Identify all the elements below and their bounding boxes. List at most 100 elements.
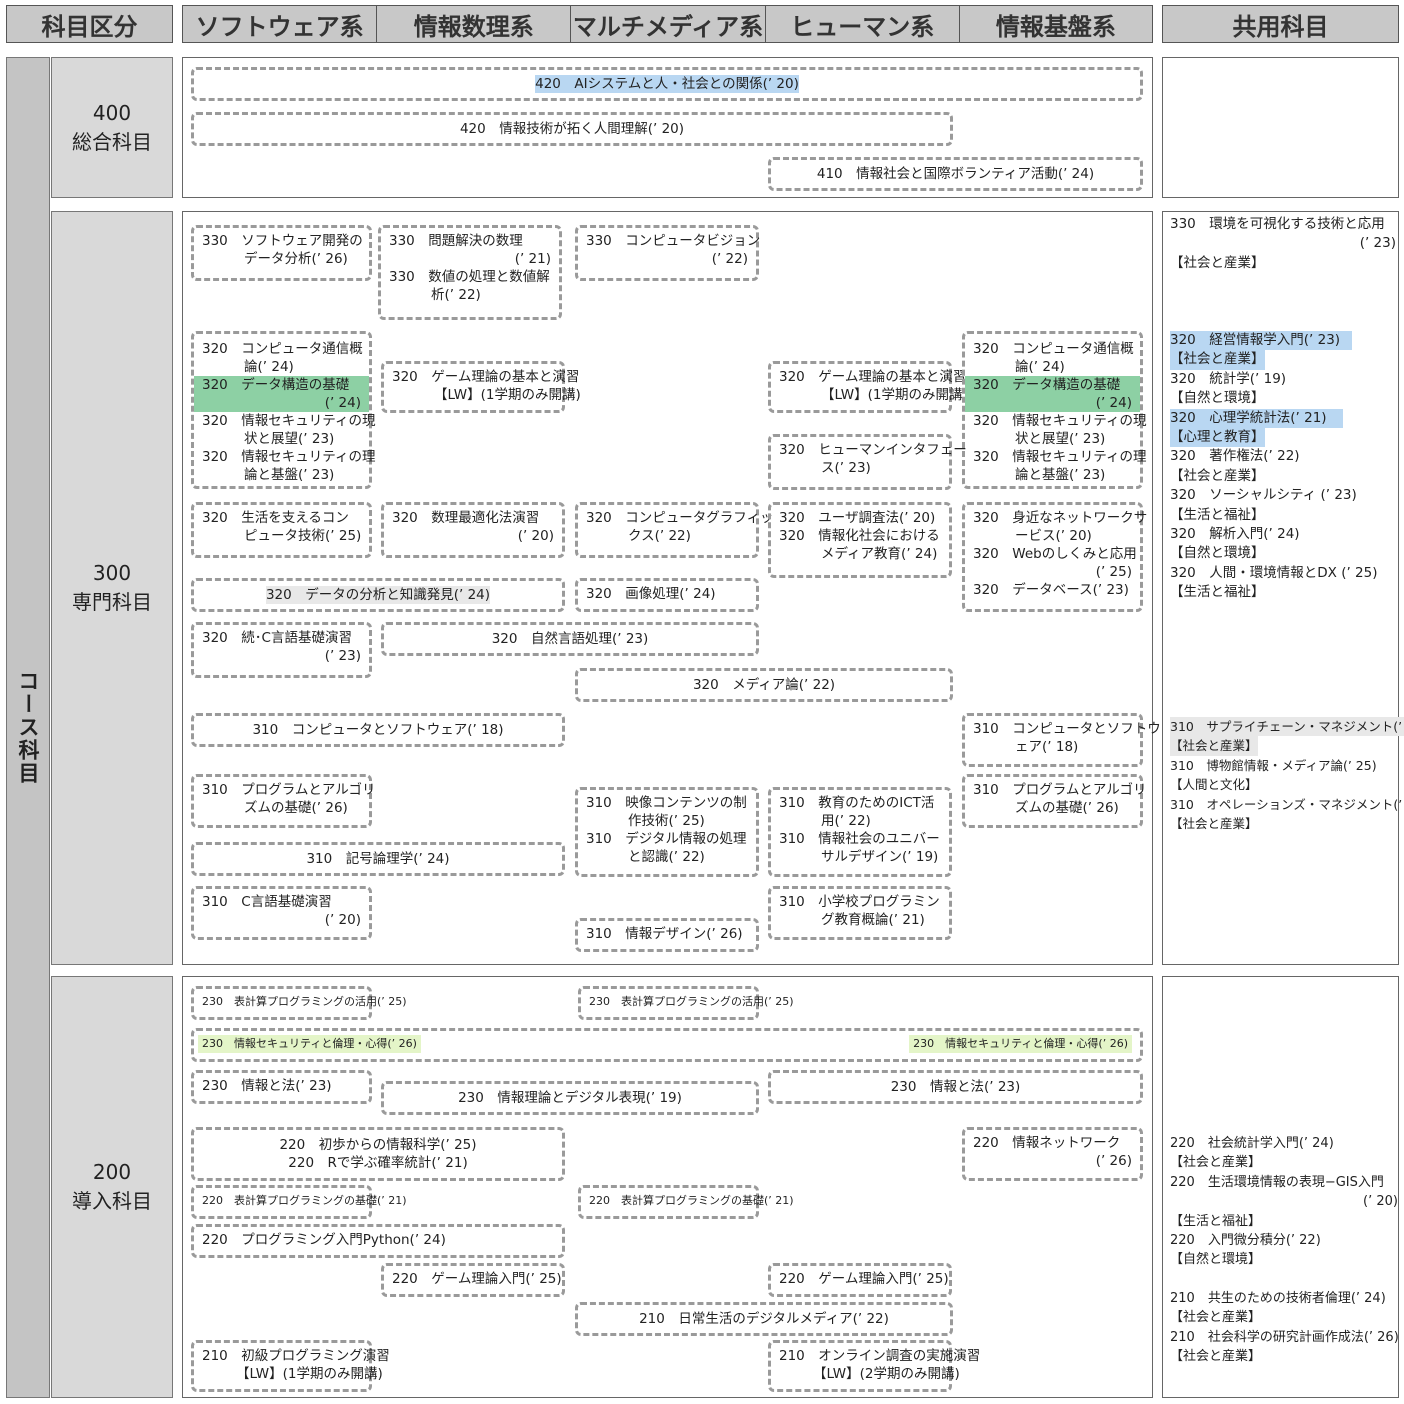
- header-infra: 情報基盤系: [995, 12, 1116, 41]
- course-box[interactable]: 320 メディア論(’ 22): [575, 668, 953, 702]
- course-box[interactable]: 310 情報デザイン(’ 26): [575, 918, 759, 952]
- course-line: 310 コンピュータとソフトウ: [973, 721, 1161, 737]
- course-box[interactable]: 310 記号論理学(’ 24): [191, 842, 565, 876]
- course-line: 330 数値の処理と数値解: [389, 269, 550, 285]
- course-box[interactable]: 310 コンピュータとソフトウ ェア(’ 18): [962, 713, 1161, 767]
- common-line: 【生活と福祉】: [1170, 584, 1265, 601]
- course-line: サルデザイン(’ 19): [821, 849, 939, 865]
- course-line: 420 情報技術が拓く人間理解(’ 20): [459, 121, 685, 137]
- course-box[interactable]: 310 教育のためのICT活 用(’ 22) 310 情報社会のユニバー サルデ…: [768, 787, 952, 877]
- course-line: 【LW】(2学期のみ開講): [813, 1366, 960, 1382]
- course-box[interactable]: 220 表計算プログラミングの基礎(’ 21): [578, 1185, 794, 1219]
- common-line: 210 共生のための技術者倫理(’ 24): [1170, 1290, 1386, 1306]
- level-400-num: 400: [92, 100, 132, 125]
- header-area: ソフトウェア系 情報数理系 マルチメディア系 ヒューマン系 情報基盤系: [182, 5, 1153, 43]
- course-box[interactable]: 230 情報と法(’ 23): [191, 1070, 372, 1104]
- course-box[interactable]: 320 ヒューマンインタフェー ス(’ 23): [768, 434, 967, 490]
- common-line: (’ 20): [1363, 1194, 1398, 1210]
- course-line: (’ 25): [1095, 564, 1132, 580]
- course-line: と認識(’ 22): [628, 849, 705, 865]
- course-box[interactable]: 320 コンピュータグラフィッ クス(’ 22): [575, 502, 774, 558]
- common-line: 210 社会科学の研究計画作成法(’ 26): [1170, 1329, 1399, 1345]
- course-line: 論と基盤(’ 23): [1015, 467, 1106, 483]
- header-infomath: 情報数理系: [377, 6, 572, 42]
- course-line: 330 コンピュータビジョン: [586, 233, 761, 249]
- course-box[interactable]: 220 ゲーム理論入門(’ 25): [381, 1263, 565, 1297]
- course-line: 析(’ 22): [431, 287, 481, 303]
- course-line: 410 情報社会と国際ボランティア活動(’ 24): [816, 166, 1095, 182]
- frame-400-common: [1162, 57, 1399, 198]
- course-box[interactable]: 210 オンライン調査の実施演習 【LW】(2学期のみ開講): [768, 1340, 980, 1392]
- course-line: 230 情報理論とデジタル表現(’ 19): [458, 1090, 682, 1106]
- course-box[interactable]: 220 プログラミング入門Python(’ 24): [191, 1224, 565, 1258]
- common-line: 【生活と福祉】: [1170, 506, 1265, 523]
- common-line: 320 経営情報学入門(’ 23): [1170, 331, 1353, 351]
- course-box[interactable]: 230 表計算プログラミングの活用(’ 25): [191, 986, 407, 1020]
- course-line: ズムの基礎(’ 26): [244, 800, 348, 816]
- course-box[interactable]: 310 C言語基礎演習 (’ 20): [191, 886, 372, 940]
- course-line: 320 Webのしくみと応用: [973, 546, 1137, 562]
- course-box[interactable]: 220 ゲーム理論入門(’ 25): [768, 1263, 952, 1297]
- course-box[interactable]: 320 コンピュータ通信概 論(’ 24) 320 データ構造の基礎 (’ 24…: [962, 331, 1147, 489]
- course-line: 320 情報セキュリティの理: [202, 449, 376, 465]
- course-box[interactable]: 320 データの分析と知識発見(’ 24): [191, 578, 565, 612]
- course-box[interactable]: 320 ゲーム理論の基本と演習 【LW】(1学期のみ開講): [768, 361, 968, 413]
- course-box[interactable]: 220 表計算プログラミングの基礎(’ 21): [191, 1185, 407, 1219]
- course-line: ス(’ 23): [821, 460, 871, 476]
- course-line: 320 情報セキュリティの現: [973, 413, 1147, 429]
- course-box[interactable]: 320 自然言語処理(’ 23): [381, 622, 759, 656]
- course-box[interactable]: 320 ゲーム理論の基本と演習 【LW】(1学期のみ開講): [381, 361, 581, 413]
- course-box[interactable]: 320 画像処理(’ 24): [575, 578, 759, 612]
- course-line: 320 コンピュータ通信概: [202, 341, 363, 357]
- course-box[interactable]: 230 情報セキュリティと倫理・心得(’ 26) 230 情報セキュリティと倫理…: [191, 1028, 1143, 1062]
- course-box[interactable]: 220 情報ネットワーク (’ 26): [962, 1127, 1143, 1181]
- course-box[interactable]: 230 表計算プログラミングの活用(’ 25): [578, 986, 794, 1020]
- course-line: (’ 24): [965, 394, 1140, 412]
- course-line: 320 情報化社会における: [779, 528, 940, 544]
- course-box[interactable]: 210 初級プログラミング演習 【LW】(1学期のみ開講): [191, 1340, 390, 1392]
- common-line: 320 統計学(’ 19): [1170, 370, 1287, 387]
- course-line: 310 映像コンテンツの制: [586, 795, 747, 811]
- course-box[interactable]: 320 数理最適化法演習 (’ 20): [381, 502, 565, 558]
- level-200-num: 200: [92, 1160, 132, 1184]
- course-box[interactable]: 320 コンピュータ通信概 論(’ 24) 320 データ構造の基礎 (’ 24…: [191, 331, 376, 489]
- course-box[interactable]: 210 日常生活のデジタルメディア(’ 22): [575, 1302, 953, 1336]
- course-box[interactable]: 310 小学校プログラミン グ教育概論(’ 21): [768, 886, 952, 940]
- course-box[interactable]: 320 続･C言語基礎演習 (’ 23): [191, 622, 372, 678]
- course-box[interactable]: 310 プログラムとアルゴリ ズムの基礎(’ 26): [962, 774, 1146, 828]
- common-line: 【社会と産業】: [1170, 736, 1258, 756]
- course-box[interactable]: 420 情報技術が拓く人間理解(’ 20): [191, 112, 953, 146]
- course-line: 320 ヒューマンインタフェー: [779, 442, 967, 458]
- course-box[interactable]: 320 身近なネットワークサ ービス(’ 20) 320 Webのしくみと応用 …: [962, 502, 1147, 612]
- course-box[interactable]: 310 映像コンテンツの制 作技術(’ 25) 310 デジタル情報の処理 と認…: [575, 787, 759, 877]
- course-line: クス(’ 22): [628, 528, 691, 544]
- level-400-name: 総合科目: [72, 129, 152, 154]
- course-box[interactable]: 330 コンピュータビジョン (’ 22): [575, 225, 761, 281]
- common-line: 320 心理学統計法(’ 21): [1170, 408, 1343, 429]
- course-box[interactable]: 320 生活を支えるコン ピュータ技術(’ 25): [191, 502, 372, 558]
- course-line: 230 表計算プログラミングの活用(’ 25): [202, 995, 407, 1008]
- common-300-a: 330 環境を可視化する技術と応用 (’ 23) 【社会と産業】: [1170, 215, 1396, 273]
- course-box[interactable]: 230 情報理論とデジタル表現(’ 19): [381, 1081, 759, 1115]
- course-line: 310 記号論理学(’ 24): [306, 851, 450, 867]
- course-box[interactable]: 330 問題解決の数理 (’ 21) 330 数値の処理と数値解 析(’ 22): [378, 225, 562, 320]
- course-box[interactable]: 310 プログラムとアルゴリ ズムの基礎(’ 26): [191, 774, 375, 828]
- course-box[interactable]: 420 AIシステムと人・社会との関係(’ 20): [191, 67, 1143, 101]
- course-box[interactable]: 230 情報と法(’ 23): [768, 1070, 1143, 1104]
- course-box[interactable]: 410 情報社会と国際ボランティア活動(’ 24): [768, 157, 1143, 191]
- course-line: 220 ゲーム理論入門(’ 25): [392, 1271, 562, 1287]
- common-line: 330 環境を可視化する技術と応用: [1170, 216, 1385, 232]
- course-line: 310 小学校プログラミン: [779, 894, 940, 910]
- course-box[interactable]: 330 ソフトウェア開発の データ分析(’ 26): [191, 225, 372, 281]
- course-line: 320 ユーザ調査法(’ 20): [779, 510, 936, 526]
- course-line: 320 データの分析と知識発見(’ 24): [265, 586, 491, 604]
- course-box[interactable]: 320 ユーザ調査法(’ 20) 320 情報化社会における メディア教育(’ …: [768, 502, 952, 578]
- course-box[interactable]: 310 コンピュータとソフトウェア(’ 18): [191, 713, 565, 747]
- course-line: 220 表計算プログラミングの基礎(’ 21): [202, 1194, 407, 1207]
- course-line: 220 情報ネットワーク: [973, 1135, 1121, 1151]
- course-line: データ分析(’ 26): [244, 251, 348, 267]
- course-line: 320 情報セキュリティの理: [973, 449, 1147, 465]
- common-line: 320 人間・環境情報とDX (’ 25): [1170, 564, 1378, 581]
- common-line: 【社会と産業】: [1170, 1349, 1262, 1365]
- course-box[interactable]: 220 初歩からの情報科学(’ 25) 220 Rで学ぶ確率統計(’ 21): [191, 1127, 565, 1181]
